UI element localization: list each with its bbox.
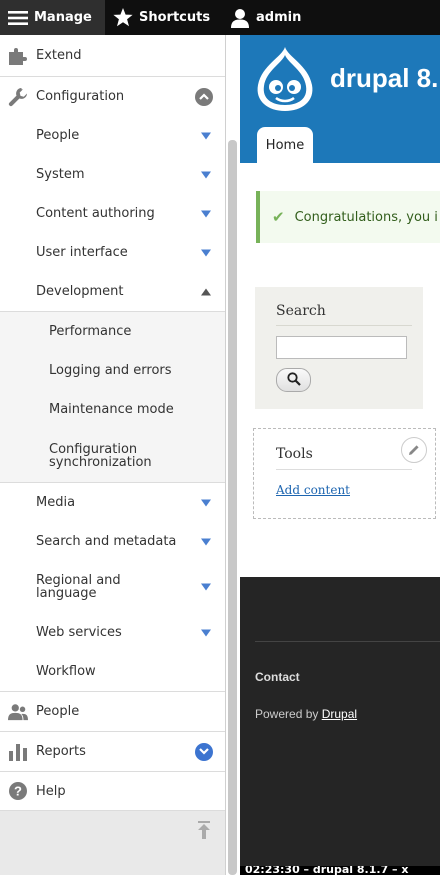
menu-item-web-services[interactable]: Web services bbox=[0, 613, 225, 652]
menu-item-people-top[interactable]: People bbox=[0, 692, 225, 732]
menu-item-logging-errors[interactable]: Logging and errors bbox=[0, 351, 225, 390]
svg-text:?: ? bbox=[14, 784, 22, 799]
contact-link[interactable]: Contact bbox=[255, 670, 300, 684]
expand-arrow-icon[interactable] bbox=[201, 249, 211, 256]
collapse-toggle-icon[interactable] bbox=[195, 87, 213, 106]
menu-item-system[interactable]: System bbox=[0, 155, 225, 194]
menu-item-help[interactable]: ? Help bbox=[0, 772, 225, 811]
search-block-title: Search bbox=[276, 303, 326, 319]
menu-label: Content authoring bbox=[36, 206, 155, 221]
menu-item-search-metadata[interactable]: Search and metadata bbox=[0, 522, 225, 561]
site-header: drupal 8.1 Home bbox=[240, 35, 440, 163]
divider bbox=[276, 325, 412, 326]
checkmark-icon: ✔ bbox=[272, 208, 285, 226]
menu-item-performance[interactable]: Performance bbox=[0, 312, 225, 351]
menu-label: Web services bbox=[36, 625, 122, 640]
edit-block-button[interactable] bbox=[401, 437, 427, 463]
status-message-text: Congratulations, you i bbox=[294, 209, 438, 225]
menu-item-configuration-synchronization[interactable]: Configuration synchronization bbox=[0, 429, 225, 483]
menu-item-content-authoring[interactable]: Content authoring bbox=[0, 194, 225, 233]
pencil-icon bbox=[408, 441, 420, 460]
menu-item-people[interactable]: People bbox=[0, 116, 225, 155]
puzzle-icon bbox=[8, 47, 28, 65]
drupal-logo-icon[interactable] bbox=[254, 45, 316, 117]
expand-arrow-icon[interactable] bbox=[201, 499, 211, 506]
shortcuts-label: Shortcuts bbox=[139, 10, 211, 25]
menu-item-maintenance-mode[interactable]: Maintenance mode bbox=[0, 390, 225, 429]
admin-toolbar: Manage Shortcuts admin bbox=[0, 0, 440, 35]
search-icon bbox=[286, 371, 301, 390]
main-content: drupal 8.1 Home ✔ Congratulations, you i… bbox=[240, 35, 440, 875]
menu-label: System bbox=[36, 167, 85, 182]
tray-scrollbar[interactable] bbox=[228, 140, 237, 875]
manage-tab[interactable]: Manage bbox=[0, 0, 105, 35]
menu-label: Configuration bbox=[36, 89, 125, 104]
bar-chart-icon bbox=[8, 743, 28, 761]
manage-label: Manage bbox=[34, 10, 92, 25]
expand-arrow-icon[interactable] bbox=[201, 210, 211, 217]
orientation-toggle-icon[interactable] bbox=[197, 821, 211, 843]
bottom-status-text: 02:23:30 – drupal 8.1.7 – x bbox=[245, 866, 409, 875]
menu-label: Reports bbox=[36, 744, 86, 759]
user-tab[interactable]: admin bbox=[230, 0, 301, 35]
tab-home[interactable]: Home bbox=[257, 127, 313, 163]
add-content-link[interactable]: Add content bbox=[276, 483, 350, 497]
menu-item-development[interactable]: Development bbox=[0, 272, 225, 312]
menu-item-regional-language[interactable]: Regional and language bbox=[0, 561, 225, 613]
menu-item-configuration[interactable]: Configuration bbox=[0, 77, 225, 116]
help-icon: ? bbox=[8, 782, 28, 800]
menu-label: Workflow bbox=[36, 664, 96, 679]
shortcuts-tab[interactable]: Shortcuts bbox=[113, 0, 210, 35]
search-block: Search bbox=[255, 287, 423, 409]
menu-label: People bbox=[36, 128, 80, 143]
wrench-icon bbox=[8, 87, 28, 106]
powered-by: Powered by Drupal bbox=[255, 707, 357, 721]
menu-label: Regional and language bbox=[36, 574, 121, 600]
powered-by-prefix: Powered by bbox=[255, 707, 322, 721]
hamburger-icon bbox=[8, 10, 28, 26]
expand-arrow-icon[interactable] bbox=[201, 132, 211, 139]
divider bbox=[255, 641, 440, 642]
user-icon bbox=[230, 8, 250, 28]
star-icon bbox=[113, 8, 133, 27]
collapse-arrow-icon[interactable] bbox=[201, 288, 211, 295]
menu-label: Search and metadata bbox=[36, 534, 177, 549]
user-label: admin bbox=[256, 10, 302, 25]
tools-block-title: Tools bbox=[276, 446, 313, 462]
menu-label: People bbox=[36, 704, 80, 719]
site-footer: Contact Powered by Drupal bbox=[240, 577, 440, 875]
manage-tray: Extend Configuration People System Conte… bbox=[0, 35, 226, 875]
divider bbox=[276, 469, 412, 470]
menu-item-media[interactable]: Media bbox=[0, 483, 225, 522]
menu-label-line: language bbox=[36, 586, 97, 601]
menu-label: Help bbox=[36, 783, 66, 799]
expand-arrow-icon[interactable] bbox=[201, 171, 211, 178]
drupal-link[interactable]: Drupal bbox=[322, 707, 357, 721]
menu-label: Configuration synchronization bbox=[49, 443, 152, 469]
menu-label: Extend bbox=[36, 48, 82, 63]
menu-label-line: synchronization bbox=[49, 454, 152, 470]
status-message: ✔ Congratulations, you i bbox=[256, 191, 440, 243]
search-input[interactable] bbox=[276, 336, 407, 359]
people-icon bbox=[8, 703, 28, 721]
expand-arrow-icon[interactable] bbox=[201, 538, 211, 545]
expand-toggle-icon[interactable] bbox=[195, 742, 213, 761]
bottom-status-bar: 02:23:30 – drupal 8.1.7 – x bbox=[240, 866, 440, 875]
menu-label: Development bbox=[36, 284, 124, 299]
site-name[interactable]: drupal 8.1 bbox=[330, 63, 440, 94]
expand-arrow-icon[interactable] bbox=[201, 583, 211, 591]
menu-item-reports[interactable]: Reports bbox=[0, 732, 225, 772]
menu-item-user-interface[interactable]: User interface bbox=[0, 233, 225, 272]
search-button[interactable] bbox=[276, 368, 311, 392]
tray-footer bbox=[0, 811, 225, 875]
menu-label: Performance bbox=[49, 324, 132, 339]
expand-arrow-icon[interactable] bbox=[201, 629, 211, 636]
menu-item-extend[interactable]: Extend bbox=[0, 35, 225, 77]
menu-item-workflow[interactable]: Workflow bbox=[0, 652, 225, 692]
tools-block: Tools Add content bbox=[253, 428, 436, 519]
menu-label: User interface bbox=[36, 245, 128, 260]
menu-label: Logging and errors bbox=[49, 363, 172, 378]
menu-label: Media bbox=[36, 495, 76, 510]
menu-label: Maintenance mode bbox=[49, 402, 174, 417]
